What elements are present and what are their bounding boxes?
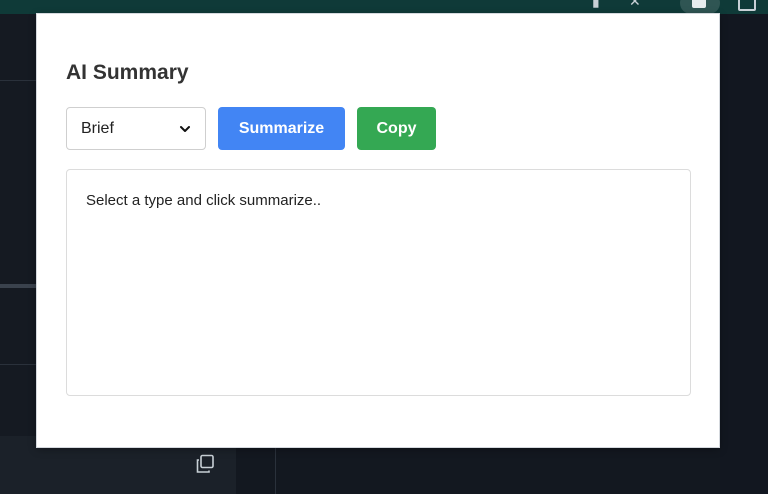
divider — [275, 448, 276, 494]
divider — [0, 364, 36, 365]
star-icon[interactable]: ✕ — [629, 0, 641, 8]
background-right-panel — [720, 14, 768, 494]
pin-icon[interactable]: ▮ — [592, 0, 600, 8]
summary-type-selected: Brief — [81, 119, 114, 137]
chevron-down-icon — [180, 125, 190, 132]
popup-title: AI Summary — [66, 61, 189, 84]
extension-icon[interactable] — [692, 0, 706, 8]
copy-button[interactable]: Copy — [357, 107, 436, 150]
divider — [0, 284, 36, 288]
copy-icon[interactable] — [195, 454, 215, 474]
browser-toolbar: ▮ ✕ — [0, 0, 768, 15]
summary-result-box[interactable]: Select a type and click summarize.. — [66, 169, 691, 396]
result-placeholder-text: Select a type and click summarize.. — [86, 192, 322, 209]
summarize-button[interactable]: Summarize — [218, 107, 345, 150]
screen: ▮ ✕ AI Summary Brief Summarize Copy Sele… — [0, 0, 768, 494]
summary-popup: AI Summary Brief Summarize Copy Select a… — [37, 14, 719, 447]
summary-type-select[interactable]: Brief — [66, 107, 206, 150]
divider — [0, 80, 36, 81]
tab-icon[interactable] — [738, 0, 756, 11]
background-sidebar — [0, 14, 36, 494]
